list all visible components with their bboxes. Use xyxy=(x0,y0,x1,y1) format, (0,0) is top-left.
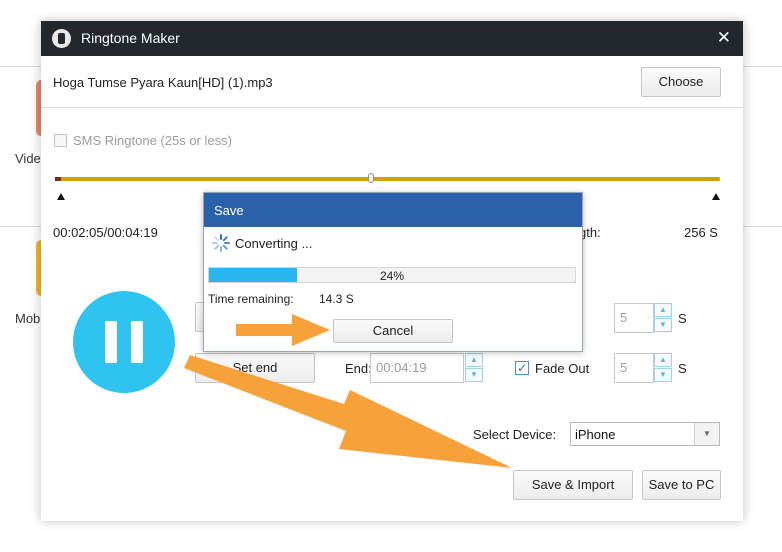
arrow-to-save-import-icon xyxy=(184,355,512,468)
arrow-to-cancel-icon xyxy=(236,314,330,346)
annotation-arrows xyxy=(184,314,512,468)
